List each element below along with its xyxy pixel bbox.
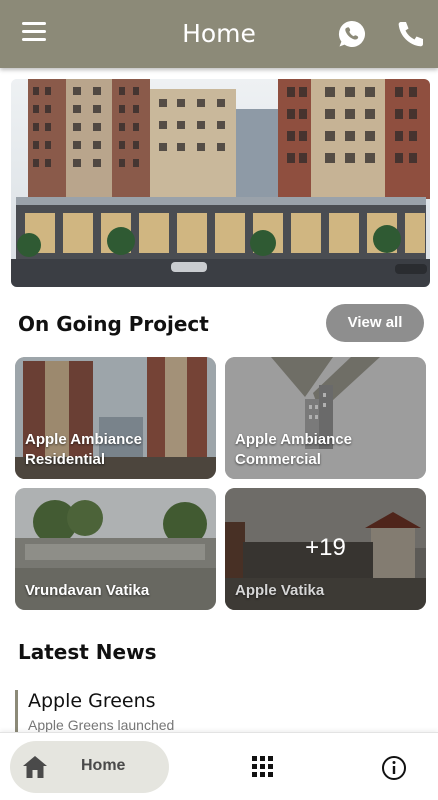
- latest-news-title: Latest News: [18, 640, 157, 664]
- home-icon: [23, 756, 47, 778]
- project-card-label: Apple Vatika: [235, 582, 325, 599]
- news-item[interactable]: Apple Greens Apple Greens launched: [15, 690, 315, 736]
- nav-home-label: Home: [81, 757, 126, 774]
- app-header: Home: [0, 0, 438, 68]
- project-card-label: Apple Ambiance Residential: [25, 431, 142, 468]
- project-card-label: Apple Ambiance Commercial: [235, 431, 352, 468]
- project-card[interactable]: Apple Ambiance Residential: [15, 357, 216, 479]
- nav-home-tab[interactable]: Home: [10, 741, 169, 793]
- app-screen: Home On Going Project View all Apple Amb…: [0, 0, 438, 800]
- news-item-title: Apple Greens: [28, 690, 156, 712]
- phone-icon[interactable]: [396, 19, 426, 49]
- ongoing-section-title: On Going Project: [18, 312, 209, 336]
- project-card[interactable]: Apple Ambiance Commercial: [225, 357, 426, 479]
- project-card[interactable]: Vrundavan Vatika: [15, 488, 216, 610]
- more-photos-count: +19: [305, 534, 346, 561]
- grid-icon[interactable]: [252, 756, 274, 778]
- news-item-subtitle: Apple Greens launched: [28, 717, 175, 733]
- project-card[interactable]: +19 Apple Vatika: [225, 488, 426, 610]
- page-title: Home: [182, 19, 256, 48]
- project-card-label: Vrundavan Vatika: [25, 582, 150, 599]
- view-all-button[interactable]: View all: [326, 304, 424, 342]
- whatsapp-icon[interactable]: [336, 18, 368, 50]
- info-icon[interactable]: [381, 755, 407, 781]
- bottom-navigation: Home: [0, 732, 438, 800]
- hero-banner-image[interactable]: [11, 79, 430, 287]
